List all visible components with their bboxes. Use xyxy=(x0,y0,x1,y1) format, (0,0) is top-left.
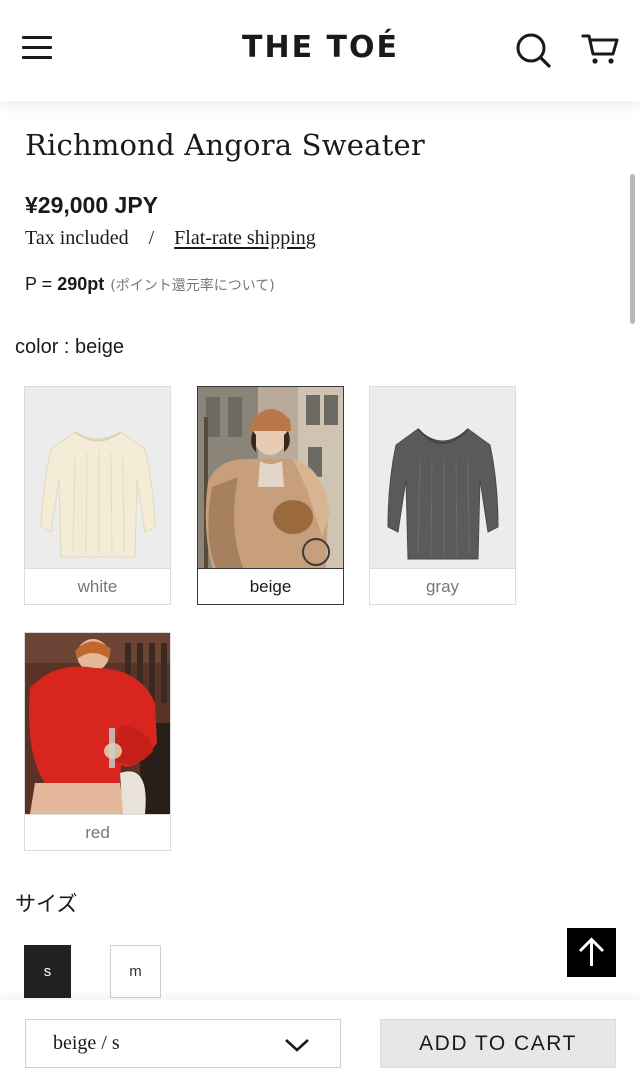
chevron-down-icon xyxy=(285,1039,309,1052)
color-swatch-label: red xyxy=(25,814,170,850)
product-title: Richmond Angora Sweater xyxy=(25,128,425,162)
separator: / xyxy=(148,227,155,249)
size-option-m[interactable]: m xyxy=(110,945,161,998)
color-swatch-label: white xyxy=(25,568,170,604)
bottom-purchase-bar: beige / s ADD TO CART xyxy=(0,1000,641,1080)
color-swatch-red[interactable]: red xyxy=(24,632,171,851)
site-header: THE TOÉ xyxy=(0,0,641,101)
scroll-to-top-button[interactable] xyxy=(567,928,616,977)
points-info-link[interactable]: (ポイント還元率について) xyxy=(110,278,275,294)
arrow-up-icon xyxy=(578,937,605,966)
tax-included-text: Tax included xyxy=(25,227,129,249)
gray-sweater-product-photo xyxy=(370,387,515,568)
size-option-s[interactable]: s xyxy=(24,945,71,998)
color-swatch-white[interactable]: white xyxy=(24,386,171,605)
variant-select-value: beige / s xyxy=(53,1032,120,1054)
points-prefix: P = xyxy=(25,274,58,294)
red-sweater-model-photo xyxy=(25,633,170,814)
variant-select[interactable]: beige / s xyxy=(25,1019,341,1068)
points-value: 290pt xyxy=(57,274,105,294)
scrollbar[interactable] xyxy=(630,174,635,324)
cart-icon[interactable] xyxy=(580,30,620,70)
color-swatch-beige[interactable]: beige xyxy=(197,386,344,605)
color-swatch-label: gray xyxy=(370,568,515,604)
flat-rate-shipping-link[interactable]: Flat-rate shipping xyxy=(174,227,316,249)
color-swatch-gray[interactable]: gray xyxy=(369,386,516,605)
color-label: color : beige xyxy=(15,336,124,358)
add-to-cart-button[interactable]: ADD TO CART xyxy=(380,1019,616,1068)
color-swatch-label: beige xyxy=(198,568,343,604)
size-label: サイズ xyxy=(15,892,78,916)
search-icon[interactable] xyxy=(514,31,552,69)
product-price: ¥29,000 JPY xyxy=(25,192,159,218)
beige-sweater-model-photo xyxy=(198,387,343,568)
tax-shipping-row: Tax included / Flat-rate shipping xyxy=(25,227,316,250)
white-sweater-product-photo xyxy=(25,387,170,568)
points-row: P = 290pt (ポイント還元率について) xyxy=(25,274,275,295)
